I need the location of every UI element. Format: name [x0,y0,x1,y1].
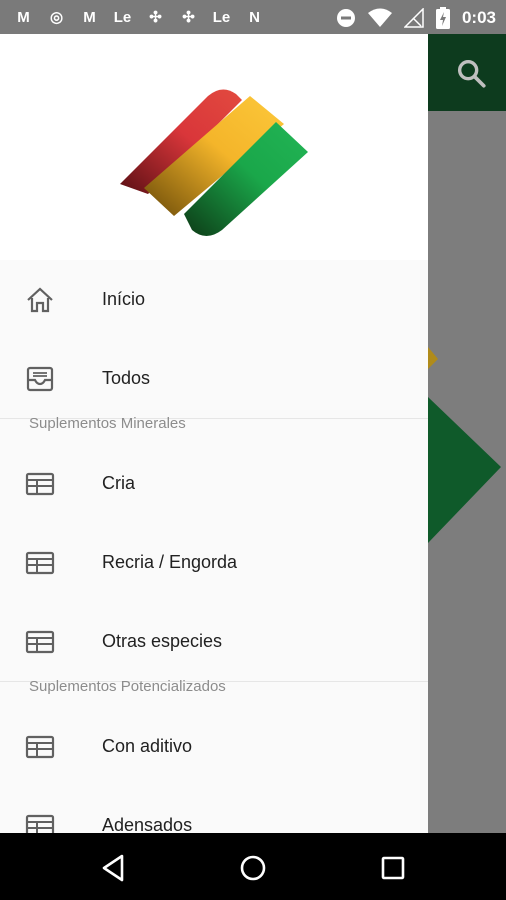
menu-item-label: Todos [102,368,151,388]
inbox-icon [26,366,54,391]
menu-item-todos[interactable]: Todos [0,339,428,418]
table-icon [25,472,55,495]
le-icon: Le [113,9,132,26]
menu-item-label: Recria / Engorda [102,552,238,572]
table-icon [25,551,55,574]
no-signal-icon [403,8,424,28]
status-time: 0:03 [461,8,496,27]
section-header-potencializados: Suplementos Potencializados [0,678,428,707]
menu-item-adensados[interactable]: Adensados [0,786,428,833]
do-not-disturb-icon [336,9,355,27]
wifi-icon [367,8,392,27]
menu-item-cria[interactable]: Cria [0,444,428,523]
section-label: Suplementos Minerales [29,415,186,432]
battery-charging-icon [435,7,450,29]
menu-item-label: Adensados [102,815,193,833]
table-icon [25,735,55,758]
pinwheel-icon: ✣ [149,9,162,26]
section-header-minerales: Suplementos Minerales [0,415,428,444]
n-icon: N [249,9,260,26]
pinwheel-icon: ✣ [182,9,195,26]
home-icon [27,287,53,312]
status-bar: M ◎ M Le ✣ ✣ Le N 0:03 [0,0,506,34]
brand-logo [120,89,308,236]
menu-item-label: Cria [102,473,136,493]
section-label: Suplementos Potencializados [29,678,226,695]
menu-item-label: Início [102,289,146,309]
home-nav-icon[interactable] [236,851,270,885]
chrome-icon: ◎ [49,9,64,26]
menu-item-label: Con aditivo [102,736,193,756]
table-icon [25,630,55,653]
menu-item-label: Otras especies [102,631,223,651]
menu-item-con-aditivo[interactable]: Con aditivo [0,707,428,786]
gmail-icon: M [83,9,96,26]
navigation-drawer: Início Todos Suplementos Minerales Cria … [0,34,428,833]
gmail-icon: M [17,9,30,26]
back-icon[interactable] [96,851,130,885]
drawer-header [0,34,428,260]
menu-item-inicio[interactable]: Início [0,260,428,339]
recents-icon[interactable] [376,851,410,885]
menu-item-otras-especies[interactable]: Otras especies [0,602,428,681]
table-icon [25,814,55,833]
le-icon: Le [212,9,231,26]
menu-item-recria-engorda[interactable]: Recria / Engorda [0,523,428,602]
system-nav-bar [0,833,506,900]
search-icon[interactable] [454,56,488,90]
